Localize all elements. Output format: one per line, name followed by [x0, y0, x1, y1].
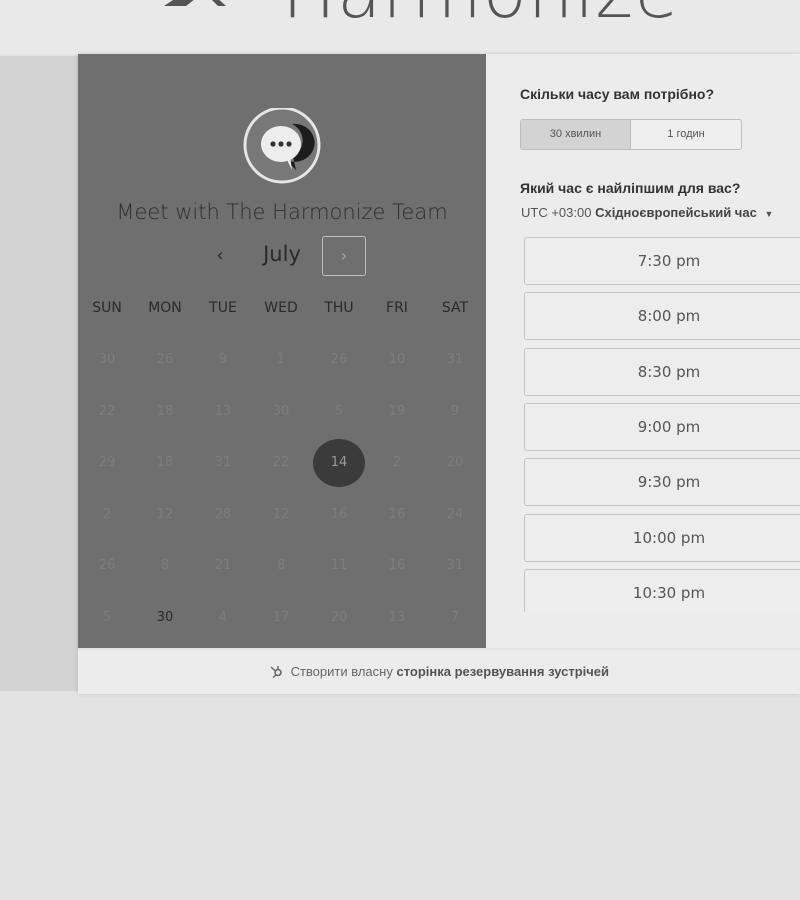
footer-bar: Створити власну сторінка резервування зу… [78, 650, 800, 694]
brand-name: Harmonize [282, 0, 680, 34]
duration-1-hour-button[interactable]: 1 годин [631, 120, 741, 149]
calendar-day: 9 [450, 403, 460, 419]
time-slot-button[interactable]: 7:30 pm [524, 237, 800, 285]
calendar-day: 13 [388, 609, 406, 625]
calendar-day: 21 [214, 558, 232, 573]
calendar-day[interactable]: 30 [139, 594, 191, 642]
calendar-day: 26 [156, 352, 174, 367]
calendar-day: 12 [272, 506, 290, 522]
selected-day[interactable]: 14 [313, 439, 365, 487]
duration-question: Скільки часу вам потрібно? [520, 86, 715, 102]
hubspot-sprocket-icon [270, 666, 282, 678]
calendar-day: 16 [388, 558, 406, 573]
weekday-label: WED [264, 300, 298, 316]
weekday-label: MON [148, 300, 182, 316]
calendar-day: 17 [272, 609, 290, 625]
calendar-day: 26 [330, 352, 348, 367]
harmonize-logo-icon [164, 0, 226, 6]
time-slot-button[interactable]: 10:00 pm [524, 513, 800, 562]
calendar-day: 22 [272, 455, 290, 470]
calendar-day: 20 [330, 609, 348, 625]
time-slot-button[interactable]: 8:00 pm [524, 292, 800, 341]
time-slot-button[interactable]: 8:30 pm [524, 347, 800, 396]
timezone-name: Східноєвропейський час [595, 205, 757, 220]
meeting-title: Meet with The Harmonize Team [116, 200, 448, 224]
calendar-day: 31 [446, 352, 464, 367]
calendar-day: 29 [98, 455, 116, 470]
calendar-day: 18 [156, 403, 174, 419]
calendar-day: 10 [388, 352, 406, 367]
weekday-label: SUN [92, 300, 122, 316]
weekday-label: SAT [441, 300, 469, 316]
time-slot-button[interactable]: 9:00 pm [524, 402, 800, 451]
caret-down-icon: ▼ [764, 209, 774, 219]
calendar-day: 4 [218, 609, 228, 625]
duration-toggle: 30 хвилин 1 годин [520, 119, 742, 150]
time-slot-button[interactable]: 9:30 pm [524, 458, 800, 507]
timezone-offset: UTC +03:00 [521, 205, 592, 220]
calendar-day: 26 [98, 558, 116, 573]
month-navigator: ‹ July › [78, 236, 486, 276]
calendar-day: 13 [214, 403, 232, 419]
calendar-day: 19 [388, 403, 406, 419]
calendar-day: 22 [98, 403, 116, 419]
weekday-header: SUN MON TUE WED THU FRI SAT [78, 300, 486, 320]
footer-prefix: Створити власну [290, 664, 393, 679]
calendar-day: 8 [276, 558, 286, 573]
calendar-day: 20 [446, 455, 464, 470]
calendar-day: 9 [218, 352, 228, 367]
booking-card: Meet with The Harmonize Team ‹ July › SU… [78, 54, 800, 694]
time-selection-panel: Скільки часу вам потрібно? 30 хвилин 1 г… [486, 54, 800, 648]
time-question: Який час є найліпшим для вас? [520, 180, 741, 196]
weekday-label: THU [324, 300, 354, 316]
calendar-day: 28 [214, 506, 232, 522]
timezone-selector[interactable]: UTC +03:00 Східноєвропейський час ▼ [521, 205, 773, 220]
next-month-button[interactable]: › [322, 236, 366, 276]
calendar-day: 7 [450, 609, 460, 625]
calendar-panel: Meet with The Harmonize Team ‹ July › SU… [78, 54, 486, 648]
prev-month-button[interactable]: ‹ [208, 240, 232, 272]
time-slot-list: 7:30 pm 8:00 pm 8:30 pm 9:00 pm 9:30 pm 10:00… [524, 237, 800, 612]
calendar-day: 30 [98, 352, 116, 367]
calendar-day: 31 [214, 455, 232, 470]
calendar-day: 5 [102, 609, 112, 625]
chat-bubble-icon [243, 108, 321, 184]
calendar-day: 8 [160, 558, 170, 573]
calendar-day: 12 [156, 506, 174, 522]
duration-30-min-button[interactable]: 30 хвилин [521, 120, 631, 149]
time-slot-button[interactable]: 10:30 pm [524, 568, 800, 612]
calendar-day: 16 [388, 506, 406, 522]
brand-header: Harmonize [0, 0, 800, 54]
weekday-label: TUE [209, 300, 237, 316]
calendar-day: 11 [330, 558, 348, 573]
month-label: July [263, 242, 301, 266]
calendar-day: 16 [330, 506, 348, 522]
calendar-day: 5 [334, 403, 344, 419]
calendar-day: 18 [156, 455, 174, 470]
calendar-day: 31 [446, 558, 464, 573]
calendar-day: 2 [392, 455, 402, 470]
calendar-day: 24 [446, 506, 464, 522]
create-booking-page-link[interactable]: сторінка резервування зустрічей [396, 664, 609, 679]
calendar-day: 1 [276, 352, 286, 367]
weekday-label: FRI [386, 300, 408, 316]
calendar-day: 30 [272, 403, 290, 419]
calendar-day: 2 [102, 506, 112, 522]
page-side-background [0, 56, 78, 691]
